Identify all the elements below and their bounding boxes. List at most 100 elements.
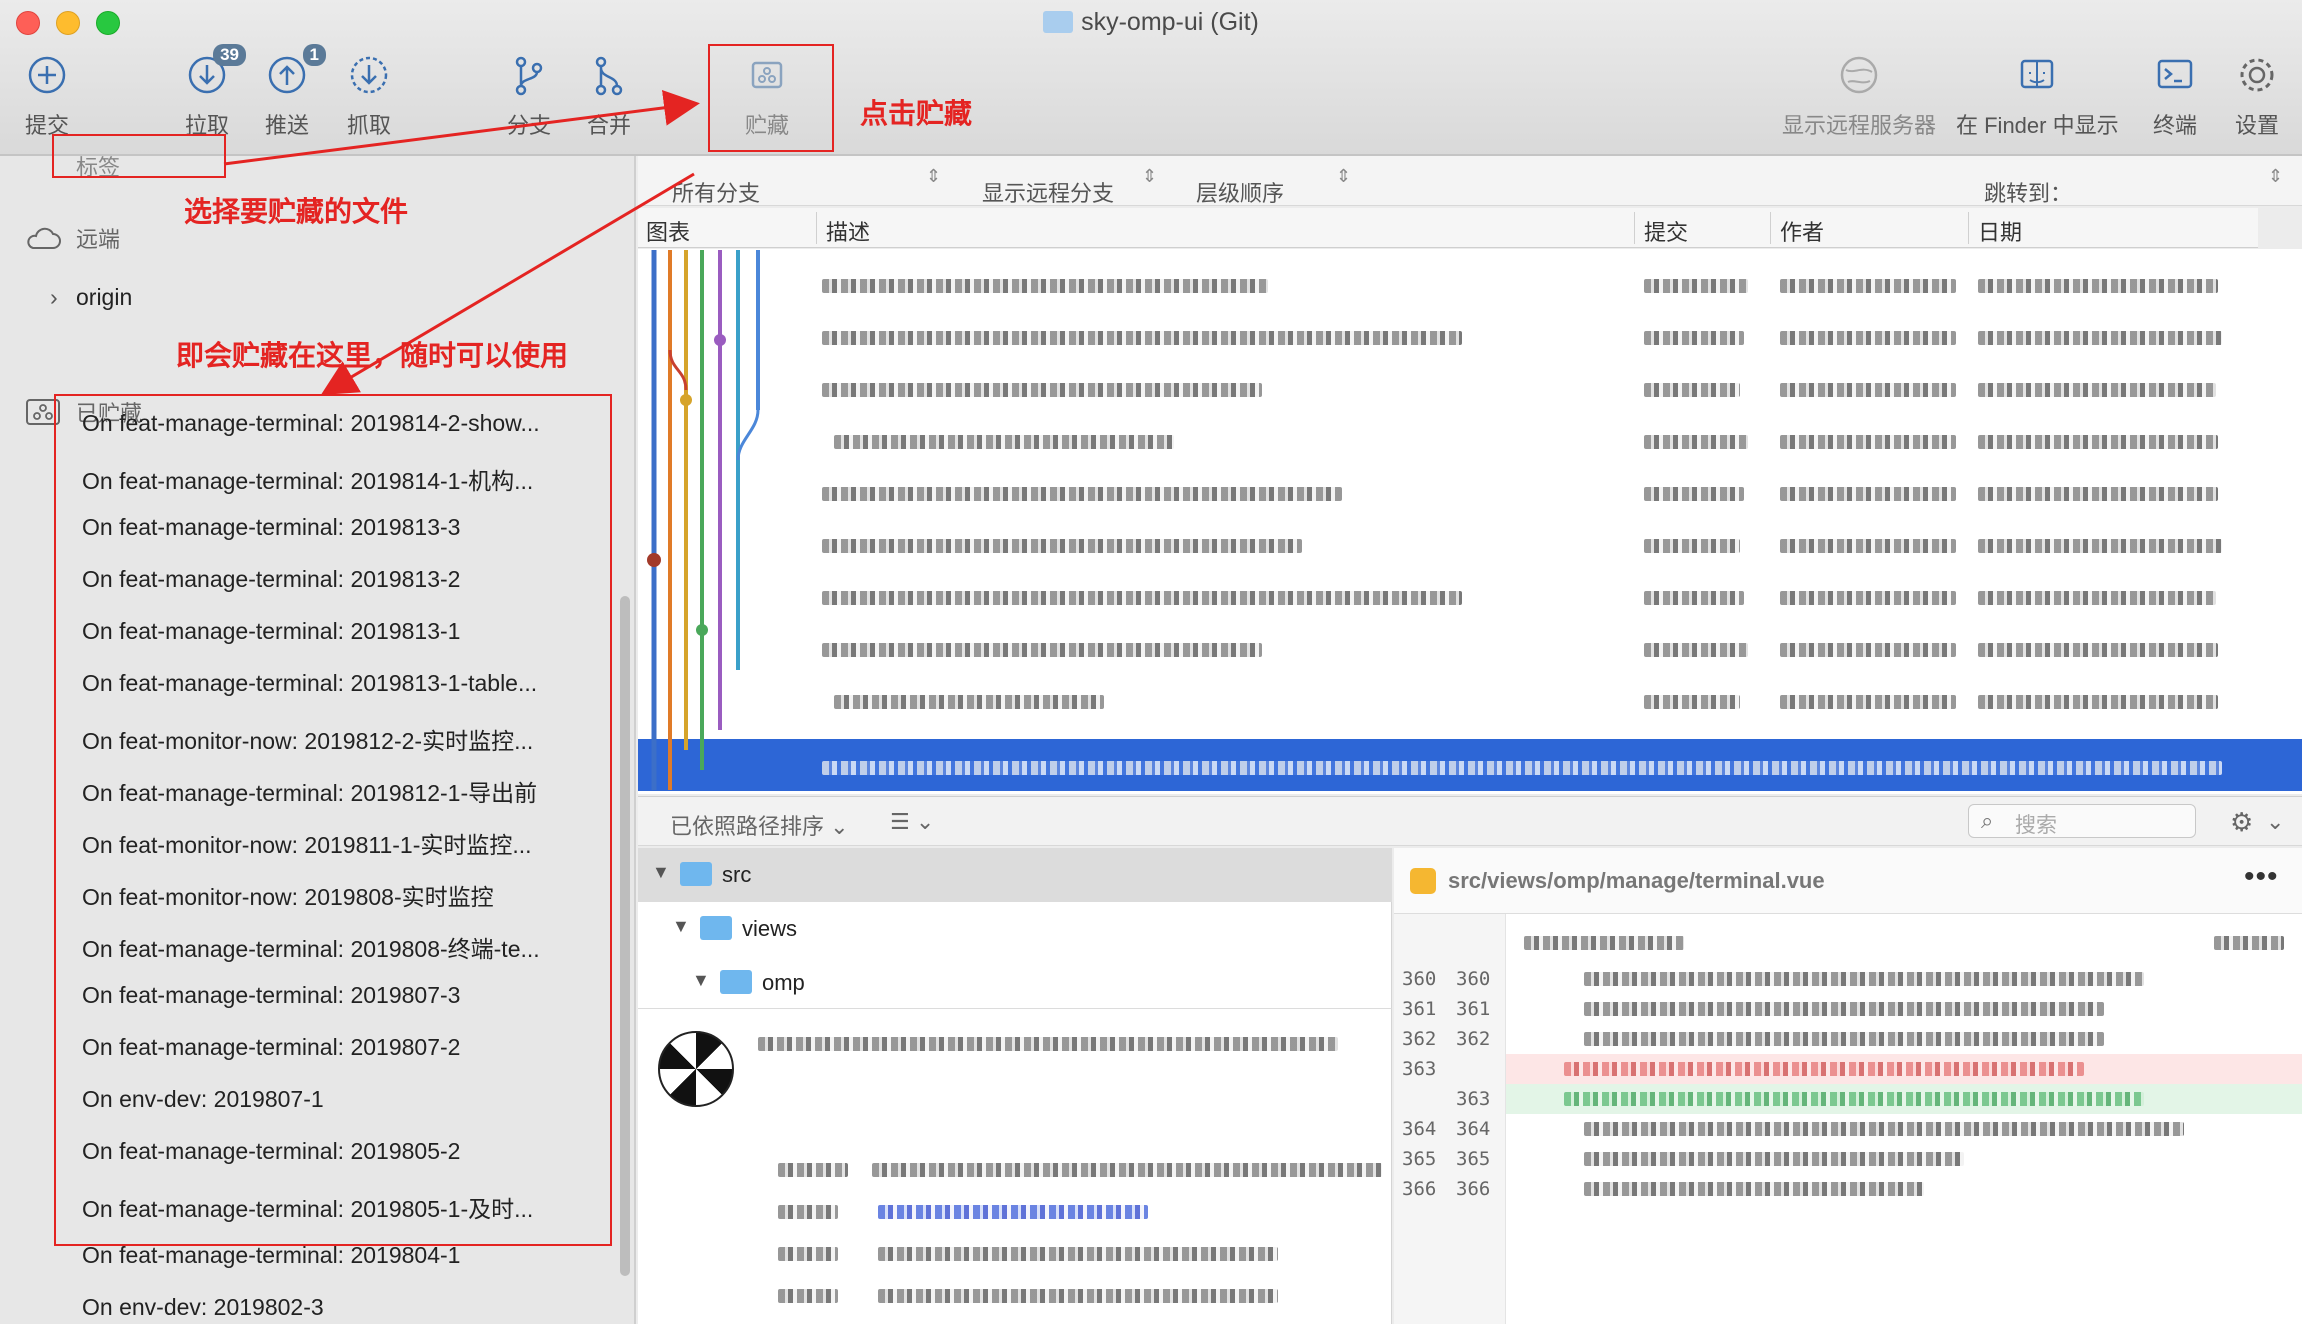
commit-row-selected[interactable]	[638, 739, 2302, 791]
column-commit[interactable]: 提交	[1644, 215, 1688, 247]
sidebar-section-remote[interactable]: 远端	[24, 222, 120, 254]
history-column-header: 图表 描述 提交 作者 日期	[638, 208, 2258, 248]
gear-icon[interactable]: ⚙	[2230, 807, 2253, 838]
pull-button[interactable]: 39 拉取	[182, 44, 246, 140]
disclosure-triangle-icon[interactable]: ▼	[692, 970, 710, 991]
sidebar-scrollbar[interactable]	[620, 596, 630, 1276]
search-input[interactable]: ⌕ 搜索	[1968, 804, 2196, 838]
commit-row[interactable]	[638, 465, 2302, 517]
commit-row[interactable]	[638, 569, 2302, 621]
diff-code	[1584, 1032, 2104, 1046]
column-date[interactable]: 日期	[1978, 215, 2022, 247]
file-icon	[1410, 868, 1436, 894]
new-line-number: 366	[1456, 1178, 1491, 1200]
chevron-down-icon: ⌄	[915, 809, 935, 834]
commit-row[interactable]	[638, 361, 2302, 413]
settings-button[interactable]: 设置	[2232, 50, 2282, 140]
folder-icon	[680, 862, 712, 886]
more-options-icon[interactable]: •••	[2244, 860, 2279, 894]
list-view-toggle[interactable]: ☰ ⌄	[890, 809, 934, 835]
commit-row[interactable]	[638, 673, 2302, 725]
terminal-icon	[2150, 50, 2200, 100]
old-line-number: 366	[1402, 1178, 1437, 1200]
commit-row[interactable]	[638, 309, 2302, 361]
diff-code	[1584, 1152, 1964, 1166]
commit-row[interactable]	[638, 257, 2302, 309]
pull-icon: 39	[182, 44, 246, 100]
diff-viewer: src/views/omp/manage/terminal.vue ••• 36…	[1394, 848, 2302, 1324]
diff-code	[1584, 972, 2144, 986]
commit-graph	[647, 250, 760, 790]
fetch-button[interactable]: 抓取	[344, 50, 394, 140]
sort-mode-select[interactable]: 已依照路径排序 ⌄	[670, 809, 849, 841]
sidebar-item-origin[interactable]: origin	[76, 284, 132, 311]
annotation-stash-list-highlight	[54, 394, 612, 1246]
history-filter-bar: 所有分支 ⇕ 显示远程分支 ⇕ 层级顺序 ⇕ 跳转到： ⇕	[638, 156, 2302, 206]
stash-item[interactable]: On feat-manage-terminal: 2019804-1	[82, 1242, 602, 1269]
finder-icon	[2012, 50, 2062, 100]
new-line-number: 364	[1456, 1118, 1491, 1140]
jump-to-arrows-icon: ⇕	[2268, 166, 2284, 186]
plus-circle-icon	[22, 50, 72, 100]
new-line-number: 362	[1456, 1028, 1491, 1050]
diff-file-path: src/views/omp/manage/terminal.vue	[1448, 868, 1825, 893]
terminal-button[interactable]: 终端	[2150, 50, 2200, 140]
fetch-icon	[344, 50, 394, 100]
tree-folder-src[interactable]: ▼ src	[638, 848, 1392, 902]
diff-code	[1584, 1182, 1924, 1196]
column-author[interactable]: 作者	[1780, 215, 1824, 247]
old-line-number: 363	[1402, 1058, 1437, 1080]
commit-row[interactable]	[638, 517, 2302, 569]
old-line-number: 364	[1402, 1118, 1437, 1140]
push-button[interactable]: 1 推送	[262, 44, 326, 140]
commit-row[interactable]	[638, 621, 2302, 673]
folder-icon	[1043, 11, 1074, 33]
avatar	[658, 1031, 734, 1107]
annotation-choose-files: 选择要贮藏的文件	[184, 196, 409, 227]
stash-item[interactable]: On env-dev: 2019802-3	[82, 1294, 602, 1321]
folder-icon	[700, 916, 732, 940]
new-line-number: 365	[1456, 1148, 1491, 1170]
file-tree: ▼ src ▼ views ▼ omp	[638, 848, 1392, 1008]
window-title: sky-omp-ui (Git)	[0, 8, 2302, 37]
globe-icon	[1834, 50, 1884, 100]
commit-button[interactable]: 提交	[22, 50, 72, 140]
branch-filter-arrows-icon: ⇕	[926, 166, 942, 186]
list-icon: ☰	[890, 809, 910, 834]
search-icon: ⌕	[1981, 808, 1994, 833]
chevron-right-icon[interactable]: ›	[50, 284, 58, 311]
disclosure-triangle-icon[interactable]: ▼	[672, 916, 690, 937]
tree-folder-omp[interactable]: ▼ omp	[638, 956, 1392, 1010]
show-in-finder-button[interactable]: 在 Finder 中显示	[1956, 50, 2119, 140]
annotation-file-highlight	[52, 134, 226, 178]
commit-row[interactable]	[638, 413, 2302, 465]
diff-code	[1564, 1062, 2084, 1076]
diff-header: src/views/omp/manage/terminal.vue •••	[1394, 848, 2302, 914]
annotation-stored-here: 即会贮藏在这里，随时可以使用	[176, 340, 569, 371]
commit-hash-link[interactable]	[878, 1205, 1148, 1219]
merge-icon	[584, 50, 634, 100]
show-remote-button[interactable]: 显示远程服务器	[1782, 50, 1936, 140]
window-toolbar: sky-omp-ui (Git) 提交 39 拉取 1 推送 抓取 分支 合并 …	[0, 0, 2302, 156]
push-count-badge: 1	[302, 44, 326, 66]
branch-button[interactable]: 分支	[504, 50, 554, 140]
new-line-number: 363	[1456, 1088, 1491, 1110]
commit-history-list[interactable]	[638, 249, 2302, 794]
old-line-number: 361	[1402, 998, 1437, 1020]
disclosure-triangle-icon[interactable]: ▼	[652, 862, 670, 883]
chevron-down-icon: ⌄	[830, 814, 849, 839]
chevron-down-icon[interactable]: ⌄	[2266, 809, 2284, 835]
cloud-icon	[27, 227, 61, 249]
commit-details	[638, 1008, 1392, 1324]
column-graph[interactable]: 图表	[646, 215, 690, 247]
merge-button[interactable]: 合并	[584, 50, 634, 140]
column-description[interactable]: 描述	[826, 215, 870, 247]
diff-code	[1564, 1092, 2144, 1106]
order-arrows-icon: ⇕	[1336, 166, 1352, 186]
old-line-number: 365	[1402, 1148, 1437, 1170]
diff-code	[1584, 1002, 2104, 1016]
push-icon: 1	[262, 44, 326, 100]
pull-count-badge: 39	[213, 44, 246, 66]
old-line-number: 362	[1402, 1028, 1437, 1050]
tree-folder-views[interactable]: ▼ views	[638, 902, 1392, 956]
